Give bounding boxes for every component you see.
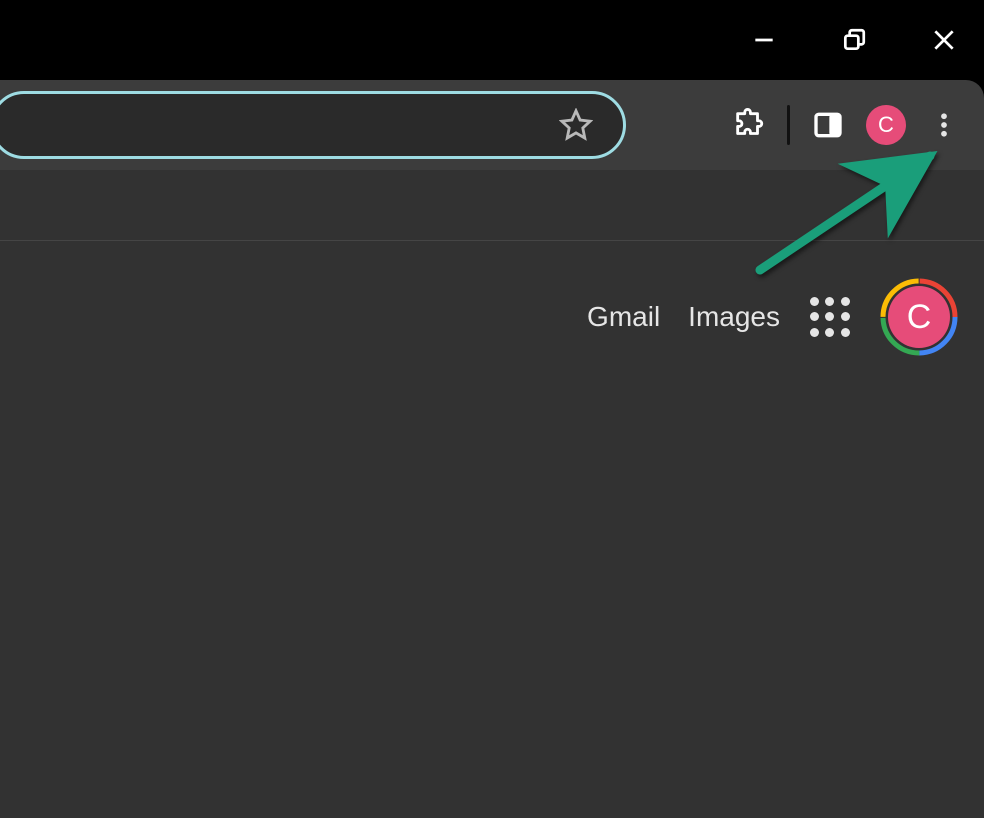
gmail-link[interactable]: Gmail — [587, 301, 660, 333]
side-panel-icon — [812, 109, 844, 141]
account-initial: C — [907, 298, 932, 337]
apps-grid-dot — [810, 297, 819, 306]
extensions-button[interactable] — [729, 105, 769, 145]
close-icon — [931, 27, 957, 53]
maximize-restore-button[interactable] — [834, 20, 874, 60]
window-titlebar — [0, 0, 984, 80]
apps-grid-dot — [825, 328, 834, 337]
apps-grid-dot — [841, 312, 850, 321]
star-icon[interactable] — [559, 108, 593, 142]
toolbar-divider — [787, 105, 790, 145]
google-header-links: Gmail Images C — [587, 278, 958, 356]
address-bar[interactable] — [0, 91, 626, 159]
more-vertical-icon — [929, 110, 959, 140]
browser-toolbar: C — [0, 80, 984, 170]
google-account-button[interactable]: C — [880, 278, 958, 356]
apps-grid-dot — [841, 297, 850, 306]
apps-grid-dot — [810, 328, 819, 337]
page-content: Gmail Images C — [0, 170, 984, 818]
profile-initial: C — [878, 112, 894, 138]
google-apps-button[interactable] — [808, 295, 852, 339]
minimize-button[interactable] — [744, 20, 784, 60]
apps-grid-dot — [841, 328, 850, 337]
close-button[interactable] — [924, 20, 964, 60]
side-panel-button[interactable] — [808, 105, 848, 145]
apps-grid-dot — [810, 312, 819, 321]
extensions-icon — [732, 108, 766, 142]
minimize-icon — [751, 27, 777, 53]
header-divider — [0, 240, 984, 241]
profile-avatar-button[interactable]: C — [866, 105, 906, 145]
maximize-restore-icon — [841, 27, 867, 53]
browser-frame: C Gmail Images — [0, 80, 984, 818]
apps-grid-dot — [825, 312, 834, 321]
chrome-menu-button[interactable] — [924, 105, 964, 145]
apps-grid-dot — [825, 297, 834, 306]
google-account-avatar: C — [888, 286, 950, 348]
images-link[interactable]: Images — [688, 301, 780, 333]
